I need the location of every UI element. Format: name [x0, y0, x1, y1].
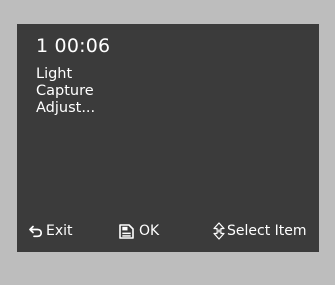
document-icon [119, 223, 134, 239]
back-arrow-icon [29, 224, 43, 238]
up-down-arrows-icon [213, 222, 225, 240]
menu-list: Light Capture Adjust... [36, 66, 95, 117]
menu-item-adjust[interactable]: Adjust... [36, 100, 95, 117]
select-item-label: Select Item [227, 223, 307, 239]
exit-softkey[interactable]: Exit [29, 222, 73, 240]
device-screen: 1 00:06 Light Capture Adjust... Exit OK … [17, 24, 319, 252]
menu-item-capture[interactable]: Capture [36, 83, 95, 100]
ok-label: OK [139, 223, 160, 239]
select-item-softkey[interactable]: Select Item [213, 222, 307, 240]
menu-item-light[interactable]: Light [36, 66, 95, 83]
softkey-bar: Exit OK Select Item [17, 222, 319, 240]
clock-readout: 1 00:06 [36, 35, 111, 57]
ok-softkey[interactable]: OK [119, 222, 159, 240]
exit-label: Exit [46, 223, 73, 239]
